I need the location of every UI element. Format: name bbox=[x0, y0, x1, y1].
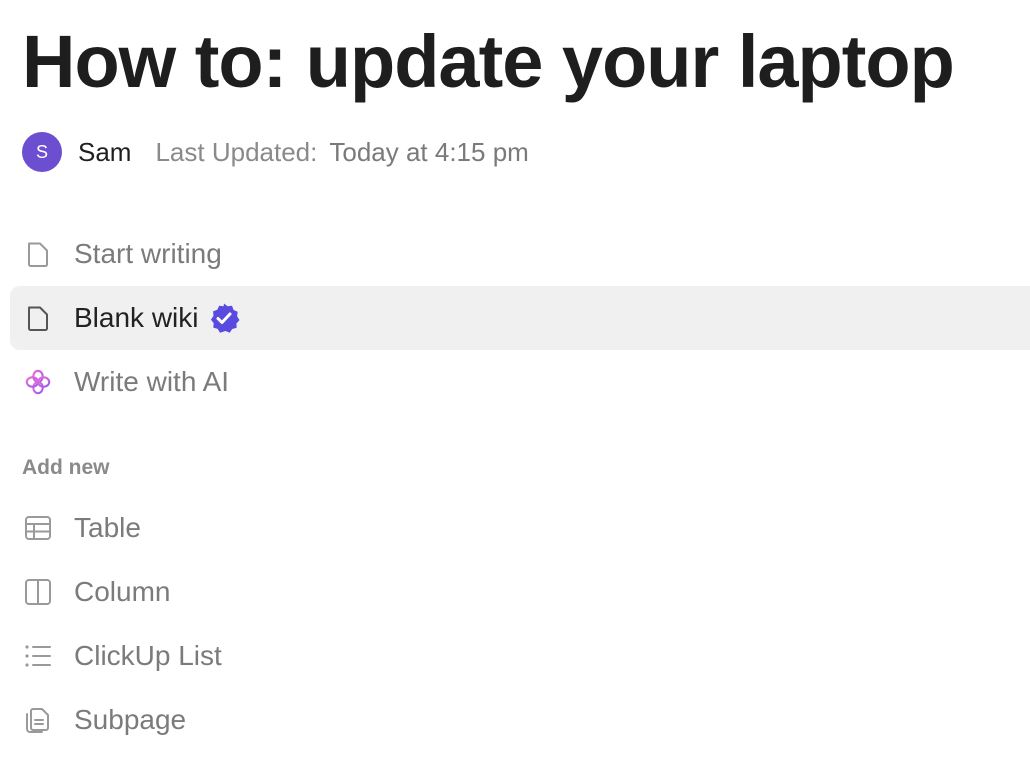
start-writing-option[interactable]: Start writing bbox=[10, 222, 1030, 286]
column-icon bbox=[24, 578, 52, 606]
doc-page: How to: update your laptop S Sam Last Up… bbox=[0, 0, 1030, 768]
add-column-option[interactable]: Column bbox=[10, 560, 1030, 624]
last-updated-value: Today at 4:15 pm bbox=[329, 136, 529, 167]
verified-badge-icon bbox=[208, 302, 240, 334]
add-subpage-option[interactable]: Subpage bbox=[10, 688, 1030, 752]
page-title[interactable]: How to: update your laptop bbox=[22, 20, 955, 104]
author-name[interactable]: Sam bbox=[78, 137, 131, 168]
blank-wiki-label: Blank wiki bbox=[74, 302, 199, 333]
table-label: Table bbox=[74, 512, 141, 543]
write-with-ai-option[interactable]: Write with AI bbox=[10, 350, 1030, 414]
subpage-icon bbox=[24, 706, 52, 734]
list-icon bbox=[24, 642, 52, 670]
last-updated-label: Last Updated: bbox=[155, 136, 318, 167]
ai-brain-icon bbox=[24, 368, 52, 396]
start-writing-label: Start writing bbox=[74, 238, 222, 269]
subpage-label: Subpage bbox=[74, 704, 187, 735]
document-icon bbox=[24, 240, 52, 268]
add-table-option[interactable]: Table bbox=[10, 496, 1030, 560]
doc-meta: S Sam Last Updated: Today at 4:15 pm bbox=[22, 132, 529, 172]
add-clickup-list-option[interactable]: ClickUp List bbox=[10, 624, 1030, 688]
document-icon bbox=[24, 304, 52, 332]
clickup-list-label: ClickUp List bbox=[74, 640, 222, 671]
blank-wiki-option[interactable]: Blank wiki bbox=[10, 286, 1030, 350]
add-new-heading: Add new bbox=[22, 456, 110, 479]
avatar[interactable]: S bbox=[22, 132, 62, 172]
table-icon bbox=[24, 514, 52, 542]
column-label: Column bbox=[74, 576, 171, 607]
write-with-ai-label: Write with AI bbox=[74, 366, 230, 397]
